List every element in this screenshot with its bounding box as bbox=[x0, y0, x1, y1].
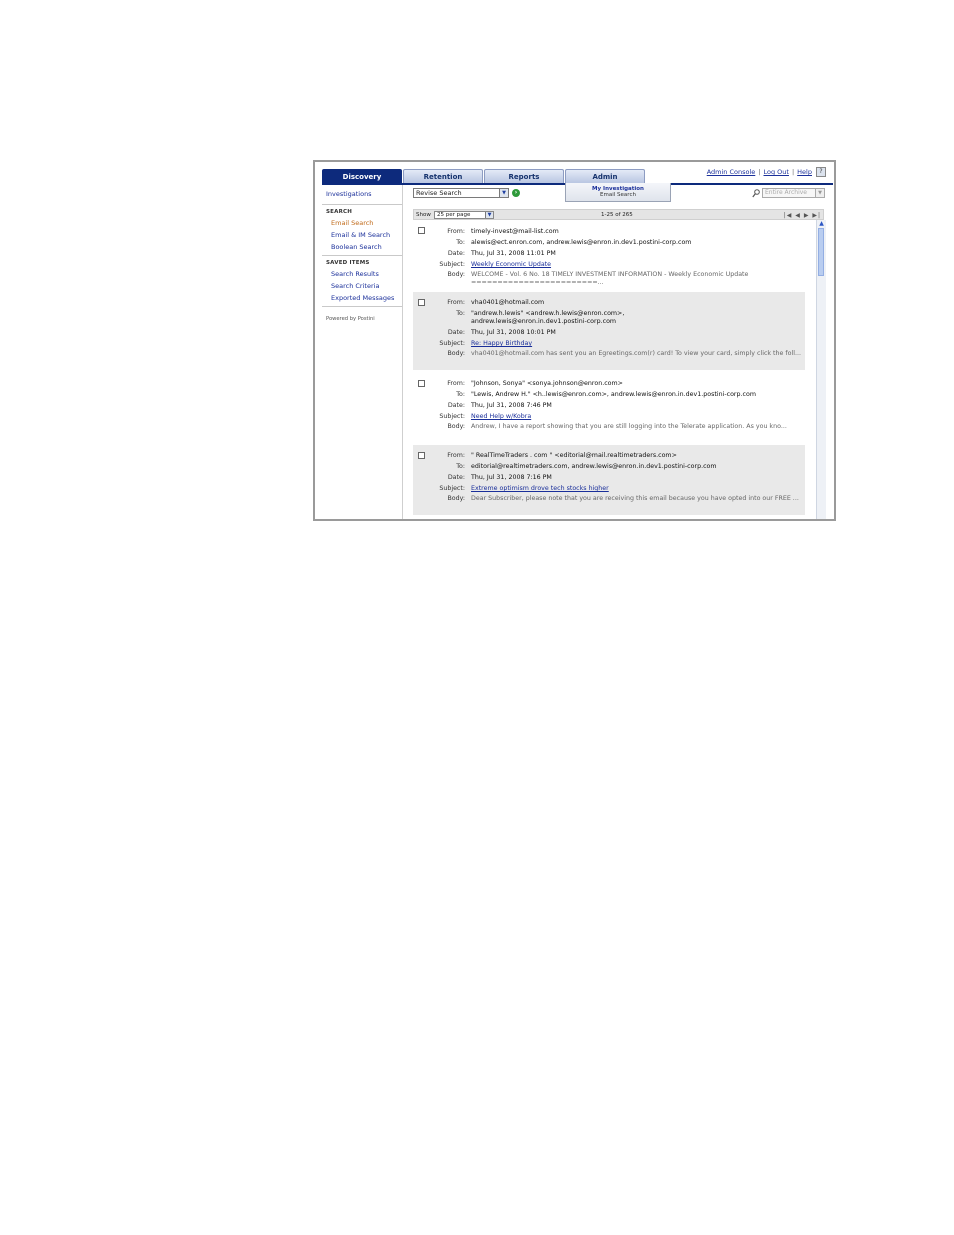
app-window: Discovery Retention Reports Admin Admin … bbox=[313, 160, 836, 521]
from-label: From: bbox=[447, 452, 465, 459]
main-tabs: Discovery Retention Reports Admin bbox=[322, 169, 646, 183]
investigation-subtitle: Email Search bbox=[600, 192, 636, 198]
sidebar-item-investigations[interactable]: Investigations bbox=[326, 190, 372, 198]
message-to: "Lewis, Andrew H." <h..lewis@enron.com>,… bbox=[471, 391, 756, 398]
tab-reports[interactable]: Reports bbox=[484, 169, 564, 183]
message-list: From: timely-invest@mail-list.com To: alew… bbox=[413, 220, 813, 519]
link-separator: | bbox=[791, 168, 795, 176]
message-date: Thu, Jul 31, 2008 11:01 PM bbox=[471, 250, 556, 257]
pager-bar: Show 25 per page ▼ 1-25 of 265 |◀ ◀ ▶ ▶| bbox=[413, 209, 824, 220]
message-subject-link[interactable]: Re: Happy Birthday bbox=[471, 340, 801, 348]
chevron-down-icon[interactable]: ▼ bbox=[499, 189, 508, 197]
sidebar-item-search-criteria[interactable]: Search Criteria bbox=[331, 282, 379, 290]
message-checkbox[interactable] bbox=[418, 227, 425, 234]
scroll-up-icon[interactable]: ▲ bbox=[817, 220, 826, 228]
help-icon[interactable]: ? bbox=[816, 167, 826, 177]
sidebar-divider bbox=[322, 306, 402, 307]
message-from: timely-invest@mail-list.com bbox=[471, 228, 559, 235]
per-page-value: 25 per page bbox=[437, 212, 471, 218]
subject-label: Subject: bbox=[439, 485, 465, 492]
list-item[interactable]: From: timely-invest@mail-list.com To: alew… bbox=[413, 220, 805, 288]
subject-label: Subject: bbox=[439, 261, 465, 268]
message-subject-link[interactable]: Extreme optimism drove tech stocks highe… bbox=[471, 485, 801, 493]
message-from: vha0401@hotmail.com bbox=[471, 299, 545, 306]
sidebar-item-exported-messages[interactable]: Exported Messages bbox=[331, 294, 394, 302]
to-label: To: bbox=[456, 310, 465, 317]
archive-scope-select[interactable]: Entire Archive ▼ bbox=[762, 188, 825, 198]
date-label: Date: bbox=[447, 402, 465, 409]
sidebar-heading-search: SEARCH bbox=[326, 209, 353, 215]
from-label: From: bbox=[447, 228, 465, 235]
subject-label: Subject: bbox=[439, 340, 465, 347]
message-to: "andrew.h.lewis" <andrew.h.lewis@enron.c… bbox=[471, 310, 625, 325]
body-label: Body: bbox=[447, 350, 465, 357]
body-label: Body: bbox=[447, 271, 465, 278]
sidebar-item-search-results[interactable]: Search Results bbox=[331, 270, 379, 278]
search-icon[interactable] bbox=[752, 189, 760, 198]
sidebar-item-email-search[interactable]: Email Search bbox=[331, 219, 373, 227]
message-from: "Johnson, Sonya" <sonya.johnson@enron.co… bbox=[471, 380, 623, 387]
chevron-down-icon[interactable]: ▼ bbox=[815, 189, 824, 197]
date-label: Date: bbox=[447, 474, 465, 481]
message-body: vha0401@hotmail.com has sent you an Egre… bbox=[471, 350, 801, 357]
message-body: Andrew, I have a report showing that you… bbox=[471, 423, 787, 430]
date-label: Date: bbox=[447, 250, 465, 257]
sidebar: Investigations SEARCH Email Search Email… bbox=[322, 185, 403, 519]
tab-discovery[interactable]: Discovery bbox=[322, 169, 402, 183]
per-page-select[interactable]: 25 per page ▼ bbox=[434, 211, 494, 219]
to-label: To: bbox=[456, 239, 465, 246]
to-label: To: bbox=[456, 463, 465, 470]
message-date: Thu, Jul 31, 2008 7:16 PM bbox=[471, 474, 552, 481]
sidebar-heading-saved: SAVED ITEMS bbox=[326, 260, 370, 266]
date-label: Date: bbox=[447, 329, 465, 336]
go-arrow-icon[interactable]: › bbox=[512, 189, 520, 197]
my-investigation-panel[interactable]: My Investigation Email Search bbox=[565, 183, 671, 202]
chevron-down-icon[interactable]: ▼ bbox=[485, 212, 493, 218]
subject-label: Subject: bbox=[439, 413, 465, 420]
message-subject-link[interactable]: Need Help w/Kobra bbox=[471, 413, 801, 421]
link-separator: | bbox=[758, 168, 761, 176]
message-checkbox[interactable] bbox=[418, 299, 425, 306]
sidebar-item-email-im-search[interactable]: Email & IM Search bbox=[331, 231, 390, 239]
sidebar-divider bbox=[322, 255, 402, 256]
sidebar-item-boolean-search[interactable]: Boolean Search bbox=[331, 243, 382, 251]
page-nav-icons[interactable]: |◀ ◀ ▶ ▶| bbox=[784, 211, 821, 220]
revise-search-value: Revise Search bbox=[416, 189, 462, 197]
message-checkbox[interactable] bbox=[418, 452, 425, 459]
revise-search-select[interactable]: Revise Search ▼ bbox=[413, 188, 509, 198]
log-out-link[interactable]: Log Out bbox=[764, 168, 789, 176]
message-from: " RealTimeTraders . com " <editorial@mai… bbox=[471, 452, 677, 459]
list-item[interactable]: From: "Johnson, Sonya" <sonya.johnson@enr… bbox=[413, 373, 805, 443]
powered-by-text: Powered by Postini bbox=[326, 316, 375, 322]
message-subject-link[interactable]: Weekly Economic Update bbox=[471, 261, 801, 269]
body-label: Body: bbox=[447, 495, 465, 502]
admin-console-link[interactable]: Admin Console bbox=[707, 168, 756, 176]
message-to: alewis@ect.enron.com, andrew.lewis@enron… bbox=[471, 239, 692, 246]
message-body: WELCOME - Vol. 6 No. 18 TIMELY INVESTMEN… bbox=[471, 271, 749, 286]
message-to: editorial@realtimetraders.com, andrew.le… bbox=[471, 463, 717, 470]
body-label: Body: bbox=[447, 423, 465, 430]
list-item[interactable]: From: " RealTimeTraders . com " <editoria… bbox=[413, 445, 805, 515]
tab-admin[interactable]: Admin bbox=[565, 169, 645, 183]
archive-scope-value: Entire Archive bbox=[765, 189, 807, 196]
from-label: From: bbox=[447, 380, 465, 387]
list-bottom-border bbox=[413, 519, 824, 520]
help-link[interactable]: Help bbox=[797, 168, 812, 176]
message-date: Thu, Jul 31, 2008 7:46 PM bbox=[471, 402, 552, 409]
list-item[interactable]: From: vha0401@hotmail.com To: "andrew.h.le… bbox=[413, 292, 805, 370]
from-label: From: bbox=[447, 299, 465, 306]
scrollbar-thumb[interactable] bbox=[818, 228, 824, 276]
to-label: To: bbox=[456, 391, 465, 398]
tab-retention[interactable]: Retention bbox=[403, 169, 483, 183]
show-label: Show bbox=[416, 212, 431, 218]
top-links: Admin Console | Log Out | Help ? bbox=[707, 167, 826, 177]
sidebar-divider bbox=[322, 204, 402, 205]
message-checkbox[interactable] bbox=[418, 380, 425, 387]
message-list-scrollbar[interactable]: ▲ bbox=[816, 220, 826, 519]
message-date: Thu, Jul 31, 2008 10:01 PM bbox=[471, 329, 556, 336]
result-count: 1-25 of 265 bbox=[601, 212, 633, 218]
message-body: Dear Subscriber, please note that you ar… bbox=[471, 495, 799, 502]
